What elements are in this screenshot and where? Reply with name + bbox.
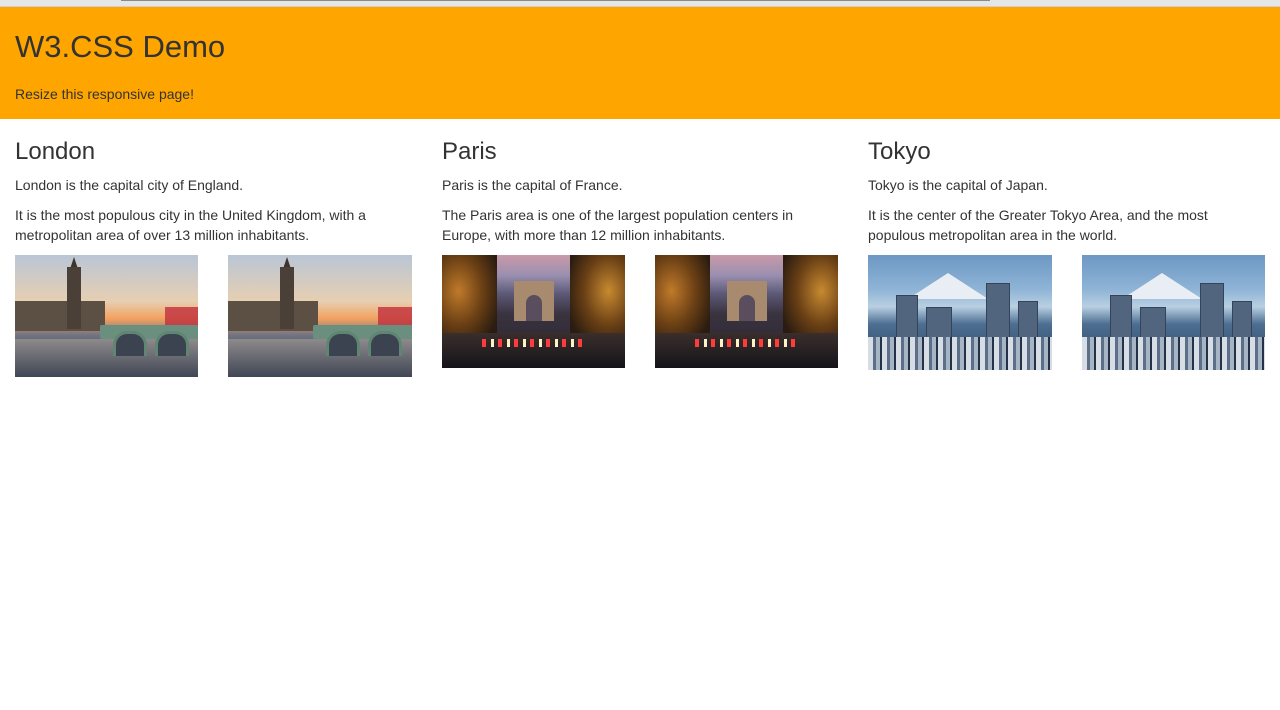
column-tokyo: Tokyo Tokyo is the capital of Japan. It … — [868, 138, 1268, 245]
city-heading-paris: Paris — [442, 138, 497, 165]
london-photo-1 — [15, 255, 198, 377]
city-summary-tokyo: Tokyo is the capital of Japan. — [868, 177, 1048, 193]
city-summary-paris: Paris is the capital of France. — [442, 177, 623, 193]
tokyo-photo-1 — [868, 255, 1052, 370]
city-heading-london: London — [15, 138, 96, 165]
column-london: London London is the capital city of Eng… — [15, 138, 415, 245]
page-header: W3.CSS Demo Resize this responsive page! — [0, 7, 1280, 119]
tokyo-photo-2 — [1082, 255, 1265, 370]
london-photo-2 — [228, 255, 412, 377]
city-detail-tokyo: It is the center of the Greater Tokyo Ar… — [868, 207, 1208, 243]
browser-top-strip — [0, 0, 1280, 7]
paris-photo-1 — [442, 255, 625, 368]
page-subtitle: Resize this responsive page! — [15, 86, 194, 102]
paris-photo-2 — [655, 255, 838, 368]
column-paris: Paris Paris is the capital of France. Th… — [442, 138, 842, 245]
page-title: W3.CSS Demo — [15, 29, 226, 64]
city-detail-paris: The Paris area is one of the largest pop… — [442, 207, 793, 243]
scroll-indicator — [121, 0, 990, 1]
city-detail-london: It is the most populous city in the Unit… — [15, 207, 366, 243]
city-heading-tokyo: Tokyo — [868, 138, 931, 165]
city-summary-london: London is the capital city of England. — [15, 177, 244, 193]
